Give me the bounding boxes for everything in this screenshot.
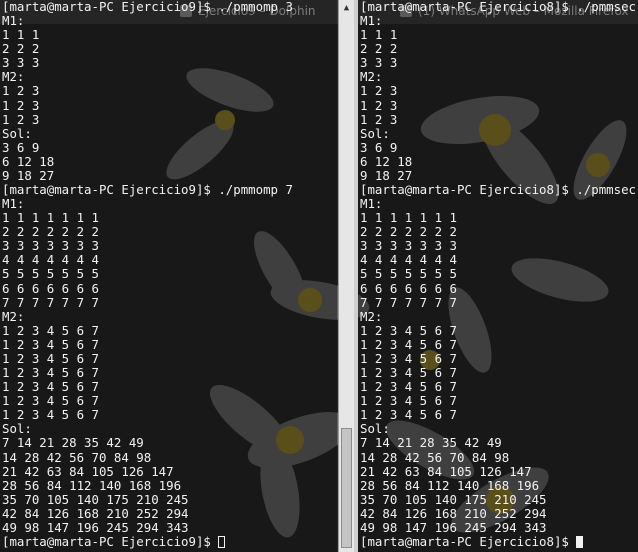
terminal-right-line: M2:: [360, 69, 383, 85]
terminal-left-prompt-line[interactable]: [marta@marta-PC Ejercicio9]$: [2, 533, 293, 549]
terminal-right-line: 1 2 3 4 5 6 7: [360, 365, 457, 381]
terminal-right-line: 21 42 63 84 105 126 147: [360, 463, 532, 479]
terminal-left-line: [marta@marta-PC Ejercicio9]$ ./pmmomp 3: [2, 0, 293, 14]
terminal-left-line: M1:: [2, 196, 25, 212]
terminal-left-line: M2:: [2, 308, 25, 324]
terminal-left-line: [marta@marta-PC Ejercicio9]$ ./pmmomp 7: [2, 182, 293, 198]
terminal-left-line: 1 2 3 4 5 6 7: [2, 379, 99, 395]
terminal-right-line: 1 2 3 4 5 6 7: [360, 379, 457, 395]
terminal-left-line: 1 1 1: [2, 27, 40, 43]
terminal-right-line: 1 2 3 4 5 6 7: [360, 336, 457, 352]
terminal-right-line: 1 2 3 4 5 6 7: [360, 350, 457, 366]
terminal-left-line: 1 2 3 4 5 6 7: [2, 407, 99, 423]
terminal-left-line: Sol:: [2, 125, 32, 141]
terminal-right-line: 3 3 3 3 3 3 3: [360, 238, 457, 254]
terminal-left-line: 1 2 3: [2, 83, 40, 99]
terminal-left-line: 1 2 3: [2, 111, 40, 127]
terminal-left-line: 1 2 3 4 5 6 7: [2, 393, 99, 409]
terminal-right-line: 4 4 4 4 4 4 4: [360, 252, 457, 268]
terminal-right-line: 6 6 6 6 6 6 6: [360, 280, 457, 296]
terminal-right-line: 9 18 27: [360, 167, 413, 183]
terminal-right-line: 1 2 3: [360, 83, 398, 99]
shell-prompt: [marta@marta-PC Ejercicio8]$: [360, 533, 577, 549]
terminal-right-line: 6 12 18: [360, 153, 413, 169]
terminal-left-line: 1 2 3: [2, 97, 40, 113]
terminal-left[interactable]: [marta@marta-PC Ejercicio9]$ ./pmmomp 3M…: [0, 0, 337, 552]
terminal-left-line: 3 3 3: [2, 55, 40, 71]
terminal-left-line: 7 7 7 7 7 7 7: [2, 294, 99, 310]
terminal-left-line: M2:: [2, 69, 25, 85]
terminal-left-output: [marta@marta-PC Ejercicio9]$ ./pmmomp 3M…: [2, 0, 293, 549]
terminal-left-line: 42 84 126 168 210 252 294: [2, 505, 189, 521]
terminal-left-line: 1 1 1 1 1 1 1: [2, 210, 99, 226]
text-cursor: [576, 535, 584, 548]
terminal-right-line: 35 70 105 140 175 210 245: [360, 491, 547, 507]
terminal-left-line: M1:: [2, 13, 25, 29]
terminal-right-line: 1 2 3: [360, 97, 398, 113]
terminal-right-line: 3 6 9: [360, 139, 398, 155]
terminal-left-line: 14 28 42 56 70 84 98: [2, 449, 152, 465]
terminal-left-line: 5 5 5 5 5 5 5: [2, 266, 99, 282]
terminal-right-line: 1 2 3 4 5 6 7: [360, 393, 457, 409]
terminal-right-prompt-line[interactable]: [marta@marta-PC Ejercicio8]$: [360, 533, 638, 549]
terminal-left-line: 6 6 6 6 6 6 6: [2, 280, 99, 296]
terminal-left-line: 1 2 3 4 5 6 7: [2, 350, 99, 366]
terminal-right-line: Sol:: [360, 125, 390, 141]
terminal-right-line: Sol:: [360, 421, 390, 437]
terminal-left-line: 21 42 63 84 105 126 147: [2, 463, 174, 479]
terminal-right-line: M1:: [360, 13, 383, 29]
terminal-right-line: 49 98 147 196 245 294 343: [360, 519, 547, 535]
terminal-left-scrollbar[interactable]: ▲: [338, 0, 354, 552]
terminal-right-line: 14 28 42 56 70 84 98: [360, 449, 510, 465]
terminal-left-line: 2 2 2 2 2 2 2: [2, 224, 99, 240]
scrollbar-thumb[interactable]: [341, 428, 352, 548]
terminal-right-line: 3 3 3: [360, 55, 398, 71]
terminal-left-line: 1 2 3 4 5 6 7: [2, 365, 99, 381]
terminal-right-line: M1:: [360, 196, 383, 212]
terminal-right-line: 7 7 7 7 7 7 7: [360, 294, 457, 310]
terminal-right-line: 2 2 2 2 2 2 2: [360, 224, 457, 240]
terminal-left-line: 6 12 18: [2, 153, 55, 169]
text-cursor: [218, 535, 226, 548]
terminal-left-line: Sol:: [2, 421, 32, 437]
terminal-right-line: 5 5 5 5 5 5 5: [360, 266, 457, 282]
terminal-left-line: 1 2 3 4 5 6 7: [2, 322, 99, 338]
terminal-left-line: 4 4 4 4 4 4 4: [2, 252, 99, 268]
terminal-right-line: 42 84 126 168 210 252 294: [360, 505, 547, 521]
terminal-right-line: 1 1 1: [360, 27, 398, 43]
terminal-right-line: 1 1 1 1 1 1 1: [360, 210, 457, 226]
terminal-left-line: 3 6 9: [2, 139, 40, 155]
terminal-left-line: 35 70 105 140 175 210 245: [2, 491, 189, 507]
terminal-right-output: [marta@marta-PC Ejercicio8]$ ./pmmsec 3M…: [360, 0, 638, 549]
terminal-right-line: [marta@marta-PC Ejercicio8]$ ./pmmsec 7: [360, 182, 638, 198]
terminal-right-line: [marta@marta-PC Ejercicio8]$ ./pmmsec 3: [360, 0, 638, 14]
terminal-right-line: 1 2 3: [360, 111, 398, 127]
terminal-right-line: 1 2 3 4 5 6 7: [360, 407, 457, 423]
terminal-right-line: M2:: [360, 308, 383, 324]
terminal-left-line: 3 3 3 3 3 3 3: [2, 238, 99, 254]
terminal-left-line: 28 56 84 112 140 168 196: [2, 477, 182, 493]
terminal-right[interactable]: [marta@marta-PC Ejercicio8]$ ./pmmsec 3M…: [358, 0, 638, 552]
terminal-left-line: 49 98 147 196 245 294 343: [2, 519, 189, 535]
terminal-left-line: 1 2 3 4 5 6 7: [2, 336, 99, 352]
terminal-left-line: 7 14 21 28 35 42 49: [2, 435, 144, 451]
terminal-right-line: 28 56 84 112 140 168 196: [360, 477, 540, 493]
terminal-right-line: 2 2 2: [360, 41, 398, 57]
terminal-left-line: 9 18 27: [2, 167, 55, 183]
terminal-right-line: 7 14 21 28 35 42 49: [360, 435, 502, 451]
shell-prompt: [marta@marta-PC Ejercicio9]$: [2, 533, 219, 549]
terminal-left-line: 2 2 2: [2, 41, 40, 57]
arrow-up-icon[interactable]: ▲: [341, 3, 352, 14]
terminal-right-line: 1 2 3 4 5 6 7: [360, 322, 457, 338]
